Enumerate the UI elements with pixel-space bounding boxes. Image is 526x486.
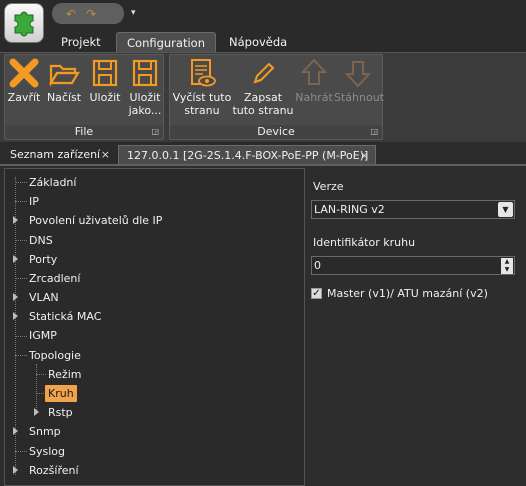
spin-down-icon[interactable]: ▼ bbox=[501, 266, 513, 274]
tab-device-config[interactable]: 127.0.0.1 [2G-2S.1.4.F-BOX-PoE-PP (M-PoE… bbox=[118, 145, 376, 164]
tree-item-snmp[interactable]: Snmp bbox=[29, 423, 61, 440]
puzzle-logo-icon bbox=[14, 11, 34, 37]
tree-item-static-mac[interactable]: Statická MAC bbox=[29, 308, 101, 325]
tree-item-vlan[interactable]: VLAN bbox=[29, 289, 59, 306]
download-button[interactable]: Stáhnout bbox=[334, 57, 384, 104]
master-checkbox-label: Master (v1)/ ATU mazání (v2) bbox=[327, 287, 488, 300]
undo-icon[interactable]: ↶ bbox=[66, 7, 76, 21]
tree-connector bbox=[15, 278, 27, 279]
tree-item-ip[interactable]: IP bbox=[29, 193, 39, 210]
ring-id-stepper[interactable]: 0 ▲ ▼ bbox=[311, 256, 515, 275]
expand-arrow-icon[interactable] bbox=[13, 427, 18, 435]
tab-device-list-label: Seznam zařízení bbox=[10, 148, 101, 161]
ring-id-value: 0 bbox=[314, 259, 321, 272]
tree-item-ports[interactable]: Porty bbox=[29, 251, 57, 268]
title-bar: ↶ ↷ ▾ Projekt Configuration Nápověda bbox=[0, 0, 526, 52]
master-checkbox[interactable]: ✓ bbox=[311, 288, 322, 299]
upload-arrow-icon bbox=[300, 58, 328, 85]
upload-button-label: Nahrát bbox=[295, 91, 333, 104]
close-button-label: Zavřít bbox=[7, 91, 41, 104]
ribbon: Zavřít Načíst Uložit Uložit jako... File… bbox=[0, 52, 526, 142]
expand-arrow-icon[interactable] bbox=[13, 216, 18, 224]
chevron-down-icon[interactable]: ▼ bbox=[498, 202, 513, 217]
pencil-icon bbox=[253, 62, 275, 84]
tree-item-dns[interactable]: DNS bbox=[29, 232, 53, 249]
tree-item-zakladni[interactable]: Základní bbox=[29, 174, 76, 191]
load-button-label: Načíst bbox=[46, 91, 82, 104]
device-group-launcher-icon[interactable]: ◲ bbox=[370, 127, 378, 136]
close-icon bbox=[9, 58, 39, 88]
tab-configuration[interactable]: Configuration bbox=[116, 32, 216, 52]
folder-open-icon bbox=[49, 64, 80, 87]
tab-napoveda[interactable]: Nápověda bbox=[219, 32, 297, 52]
load-button[interactable]: Načíst bbox=[45, 57, 83, 104]
file-group: Zavřít Načíst Uložit Uložit jako... File… bbox=[4, 54, 164, 140]
save-as-label-line2: jako... bbox=[128, 104, 162, 117]
tree-connector bbox=[15, 336, 27, 337]
read-page-label-line2: stranu bbox=[184, 104, 220, 117]
tree-connector bbox=[15, 355, 27, 356]
read-page-icon bbox=[191, 59, 216, 87]
device-group: Vyčíst tuto stranu Zapsat tuto stranu Na… bbox=[169, 54, 384, 140]
tree-item-extensions[interactable]: Rozšíření bbox=[29, 462, 79, 479]
write-page-button[interactable]: Zapsat tuto stranu bbox=[232, 57, 294, 117]
tree-item-topology[interactable]: Topologie bbox=[29, 347, 81, 364]
read-page-label-line1: Vyčíst tuto bbox=[172, 91, 232, 104]
save-as-button[interactable]: Uložit jako... bbox=[127, 57, 163, 117]
file-group-launcher-icon[interactable]: ◲ bbox=[151, 127, 159, 136]
device-group-label: Device bbox=[170, 125, 382, 139]
tree-item-igmp[interactable]: IGMP bbox=[29, 327, 57, 344]
tree-connector bbox=[15, 201, 27, 202]
close-icon[interactable]: × bbox=[360, 146, 369, 165]
quick-access-toolbar: ↶ ↷ bbox=[52, 3, 124, 24]
settings-tree: Základní IP Povolení uživatelů dle IP DN… bbox=[4, 168, 305, 486]
read-page-button[interactable]: Vyčíst tuto stranu bbox=[172, 57, 232, 117]
save-button-label: Uložit bbox=[89, 91, 121, 104]
ring-settings-panel: Verze LAN-RING v2 ▼ Identifikátor kruhu … bbox=[307, 168, 526, 486]
download-button-label: Stáhnout bbox=[334, 91, 384, 104]
floppy-icon bbox=[132, 59, 158, 87]
document-tabs: Seznam zařízení × 127.0.0.1 [2G-2S.1.4.F… bbox=[0, 142, 526, 166]
expand-arrow-icon[interactable] bbox=[13, 466, 18, 474]
floppy-icon bbox=[92, 59, 118, 87]
dropdown-arrow-icon[interactable]: ▾ bbox=[131, 8, 136, 18]
expand-arrow-icon[interactable] bbox=[13, 293, 18, 301]
tree-connector bbox=[15, 451, 27, 452]
tab-projekt[interactable]: Projekt bbox=[51, 32, 111, 52]
expand-arrow-icon[interactable] bbox=[34, 408, 39, 416]
redo-icon[interactable]: ↷ bbox=[86, 7, 96, 21]
tree-connector bbox=[15, 240, 27, 241]
tree-item-mode[interactable]: Režim bbox=[48, 366, 81, 383]
tree-item-mirroring[interactable]: Zrcadlení bbox=[29, 270, 80, 287]
ring-id-label: Identifikátor kruhu bbox=[313, 236, 416, 249]
expand-arrow-icon[interactable] bbox=[13, 255, 18, 263]
tree-item-ip-permissions[interactable]: Povolení uživatelů dle IP bbox=[29, 212, 162, 229]
tree-item-rstp[interactable]: Rstp bbox=[48, 404, 73, 421]
download-arrow-icon bbox=[344, 61, 372, 88]
tree-item-syslog[interactable]: Syslog bbox=[29, 443, 65, 460]
tree-item-ring[interactable]: Kruh bbox=[45, 385, 77, 402]
write-page-label-line1: Zapsat bbox=[243, 91, 283, 104]
save-as-label-line1: Uložit bbox=[129, 91, 161, 104]
expand-arrow-icon[interactable] bbox=[13, 312, 18, 320]
app-logo[interactable] bbox=[4, 3, 44, 43]
tab-device-config-label: 127.0.0.1 [2G-2S.1.4.F-BOX-PoE-PP (M-PoE… bbox=[127, 149, 369, 162]
tab-device-list[interactable]: Seznam zařízení × bbox=[2, 145, 116, 164]
close-icon[interactable]: × bbox=[101, 145, 110, 164]
version-value: LAN-RING v2 bbox=[314, 203, 385, 216]
file-group-label: File bbox=[5, 125, 163, 139]
tree-connector bbox=[36, 364, 37, 410]
version-select[interactable]: LAN-RING v2 ▼ bbox=[311, 200, 515, 219]
tree-connector bbox=[15, 182, 27, 183]
write-page-label-line2: tuto stranu bbox=[232, 104, 294, 117]
save-button[interactable]: Uložit bbox=[87, 57, 123, 104]
close-button[interactable]: Zavřít bbox=[7, 57, 41, 104]
spin-up-icon[interactable]: ▲ bbox=[501, 258, 513, 266]
upload-button[interactable]: Nahrát bbox=[294, 57, 334, 104]
tree-connector bbox=[36, 374, 46, 375]
version-label: Verze bbox=[313, 180, 344, 193]
